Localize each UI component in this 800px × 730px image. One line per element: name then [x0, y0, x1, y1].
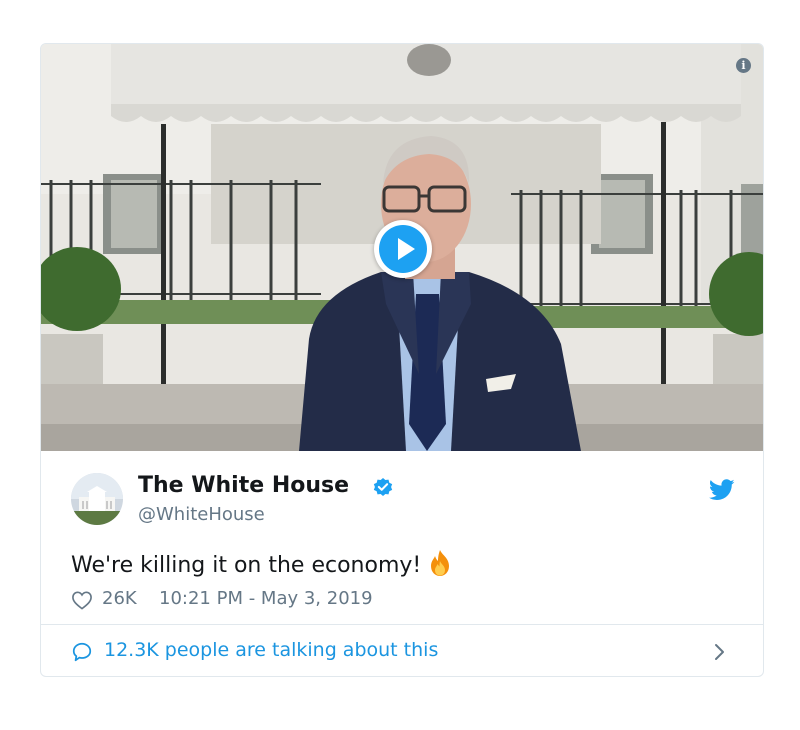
tweet-body: The White House @WhiteHouse We're killin… — [41, 451, 763, 621]
chevron-right-icon[interactable] — [713, 641, 727, 663]
play-button[interactable] — [374, 220, 432, 278]
like-count[interactable]: 26K — [102, 588, 137, 609]
display-name[interactable]: The White House — [138, 473, 349, 498]
avatar[interactable] — [71, 473, 123, 525]
tweet-text: We're killing it on the economy! — [71, 549, 453, 578]
comment-bubble-icon — [72, 642, 92, 662]
tweet-text-content: We're killing it on the economy! — [71, 553, 422, 578]
handle[interactable]: @WhiteHouse — [138, 504, 265, 525]
video-thumbnail[interactable]: i — [41, 44, 763, 451]
info-icon[interactable]: i — [736, 58, 751, 73]
timestamp[interactable]: 10:21 PM - May 3, 2019 — [159, 588, 373, 609]
play-icon — [379, 225, 427, 273]
heart-icon[interactable] — [71, 590, 93, 610]
talking-text[interactable]: 12.3K people are talking about this — [104, 639, 438, 661]
fire-emoji-icon — [431, 550, 450, 576]
tweet-card: i The White House @WhiteHouse We're kill… — [40, 43, 764, 677]
verified-badge-icon — [373, 478, 393, 496]
talking-link[interactable]: 12.3K people are talking about this — [41, 625, 763, 676]
twitter-bird-icon[interactable] — [709, 479, 735, 501]
